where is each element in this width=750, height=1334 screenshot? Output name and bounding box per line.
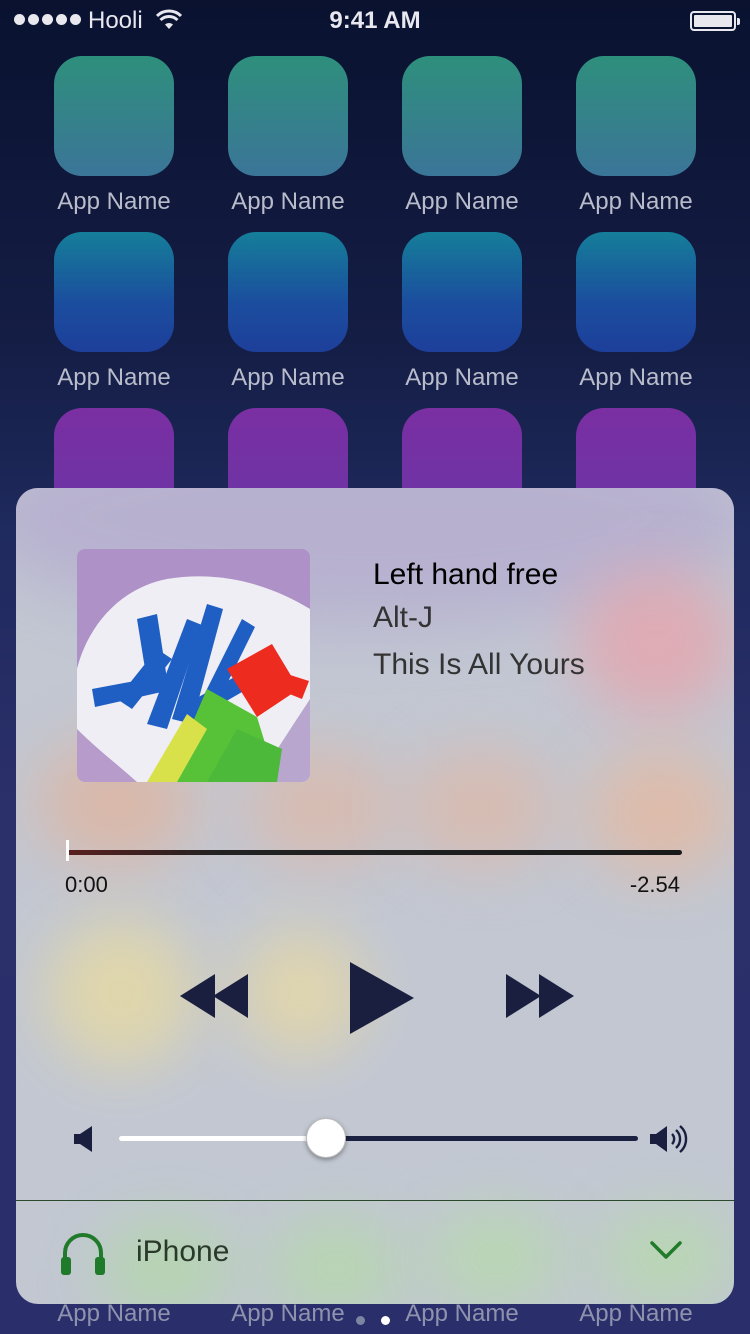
app-icon[interactable]: App Name	[576, 56, 696, 216]
app-icon-image	[228, 232, 348, 352]
app-icon[interactable]: App Name	[576, 232, 696, 392]
rewind-button[interactable]	[180, 974, 250, 1018]
app-icon-image	[576, 56, 696, 176]
app-icon[interactable]: App Name	[228, 56, 348, 216]
app-icon-image	[228, 56, 348, 176]
app-icon-image	[402, 232, 522, 352]
volume-slider-thumb[interactable]	[306, 1118, 346, 1158]
volume-high-icon	[650, 1125, 688, 1153]
app-label: App Name	[57, 188, 171, 215]
app-icon[interactable]: App Name	[228, 232, 348, 392]
page-indicator[interactable]	[356, 1316, 390, 1325]
album-artwork[interactable]	[77, 549, 310, 782]
play-button[interactable]	[348, 962, 414, 1034]
remaining-time: -2.54	[629, 872, 680, 897]
app-label: App Name	[231, 1300, 345, 1327]
track-album: This Is All Yours	[373, 648, 585, 681]
app-icon[interactable]: App Name	[54, 56, 174, 216]
track-artist: Alt-J	[373, 601, 433, 634]
app-icon-image	[402, 56, 522, 176]
fast-forward-icon	[506, 974, 574, 1018]
app-label: App Name	[579, 364, 693, 391]
play-icon	[350, 962, 414, 1034]
app-label: App Name	[579, 1300, 693, 1327]
app-label: App Name	[57, 364, 171, 391]
volume-low-icon	[74, 1126, 92, 1152]
app-icon[interactable]: App Name	[402, 232, 522, 392]
app-label: App Name	[405, 1300, 519, 1327]
now-playing-card: Left hand free Alt-J This Is All Yours 0…	[16, 488, 734, 1304]
page-dot	[356, 1316, 365, 1325]
playback-progress-bar[interactable]	[67, 850, 682, 855]
rewind-icon	[180, 974, 248, 1018]
app-label: App Name	[579, 188, 693, 215]
app-label: App Name	[405, 188, 519, 215]
status-time: 9:41 AM	[329, 7, 421, 34]
app-icon[interactable]: App Name	[402, 56, 522, 216]
volume-slider-track[interactable]	[325, 1136, 638, 1141]
app-label: App Name	[57, 1300, 171, 1327]
app-label: App Name	[231, 364, 345, 391]
chevron-down-icon[interactable]	[650, 1239, 682, 1261]
battery-icon	[690, 11, 740, 31]
playback-scrubber[interactable]	[66, 840, 69, 861]
app-icon-image	[576, 232, 696, 352]
app-icon[interactable]: App Name	[54, 232, 174, 392]
app-label: App Name	[231, 188, 345, 215]
app-icon-image	[54, 56, 174, 176]
page-dot-active	[381, 1316, 390, 1325]
status-bar: Hooli 9:41 AM	[0, 0, 750, 40]
audio-route-selector[interactable]: iPhone	[16, 1201, 734, 1304]
fast-forward-button[interactable]	[504, 974, 574, 1018]
headphones-icon	[61, 1233, 105, 1275]
audio-route-label: iPhone	[136, 1235, 230, 1268]
volume-slider-fill[interactable]	[119, 1136, 325, 1141]
elapsed-time: 0:00	[65, 872, 108, 897]
track-title: Left hand free	[373, 558, 559, 591]
app-icon-image	[54, 232, 174, 352]
app-label: App Name	[405, 364, 519, 391]
